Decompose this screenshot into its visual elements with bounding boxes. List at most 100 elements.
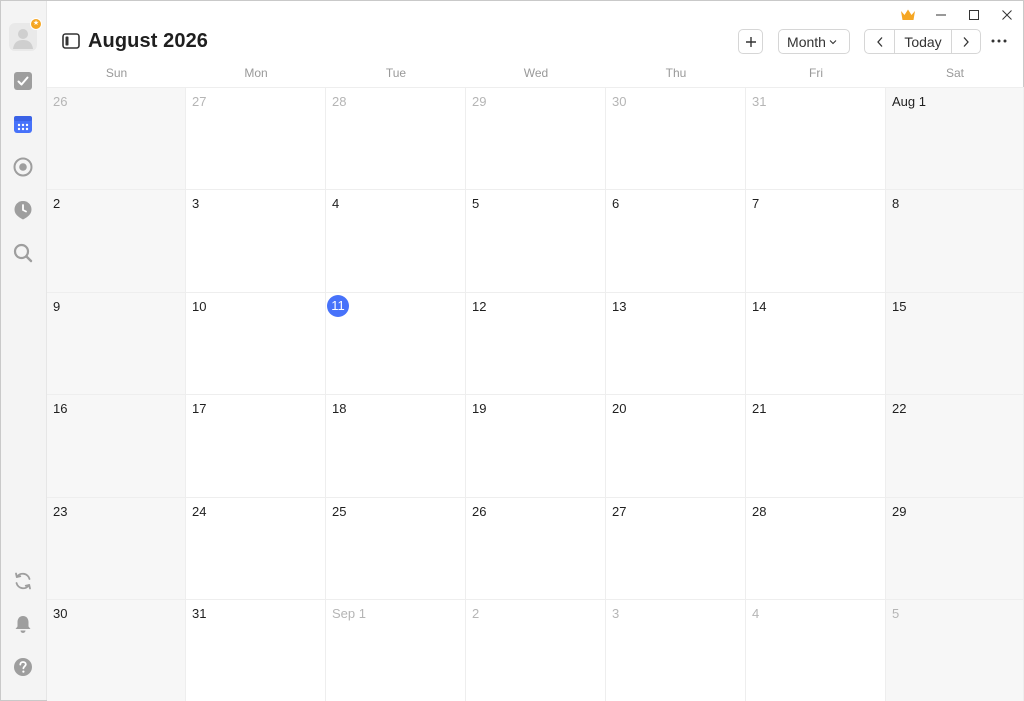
weekday-label: Thu bbox=[665, 66, 687, 80]
next-month-button[interactable] bbox=[952, 30, 980, 53]
day-cell[interactable]: 27 bbox=[186, 87, 326, 189]
day-cell[interactable]: 10 bbox=[186, 292, 326, 394]
premium-button[interactable] bbox=[900, 8, 916, 27]
day-cell[interactable]: 15 bbox=[886, 292, 1024, 394]
day-cell[interactable]: 13 bbox=[606, 292, 746, 394]
weekday-label: Fri bbox=[809, 66, 823, 80]
close-icon bbox=[1001, 10, 1012, 20]
previous-month-button[interactable] bbox=[865, 30, 895, 53]
day-cell[interactable]: 24 bbox=[186, 497, 326, 599]
day-cell[interactable]: 23 bbox=[47, 497, 186, 599]
day-cell[interactable]: 26 bbox=[47, 87, 186, 189]
sidebar-item-focus[interactable] bbox=[12, 199, 34, 221]
day-cell[interactable]: 2 bbox=[466, 599, 606, 701]
day-number: 12 bbox=[472, 299, 487, 314]
close-button[interactable] bbox=[990, 1, 1023, 29]
day-cell[interactable]: 22 bbox=[886, 394, 1024, 497]
day-cell[interactable]: 30 bbox=[47, 599, 186, 701]
day-cell[interactable]: Sep 1 bbox=[326, 599, 466, 701]
day-cell[interactable]: 11 bbox=[326, 292, 466, 394]
day-number: 17 bbox=[192, 401, 207, 416]
day-cell[interactable]: 5 bbox=[466, 189, 606, 292]
day-number: 28 bbox=[752, 504, 767, 519]
day-number: 18 bbox=[332, 401, 347, 416]
day-number: 5 bbox=[892, 606, 900, 621]
day-cell[interactable]: 5 bbox=[886, 599, 1024, 701]
day-cell[interactable]: 12 bbox=[466, 292, 606, 394]
app-window: ★ August 2026 Month Today Sun Mon Tue We… bbox=[0, 0, 1024, 701]
day-cell[interactable]: 26 bbox=[466, 497, 606, 599]
day-cell[interactable]: 18 bbox=[326, 394, 466, 497]
day-number: 23 bbox=[53, 504, 68, 519]
sidebar-item-calendar[interactable] bbox=[12, 113, 34, 135]
maximize-button[interactable] bbox=[957, 1, 990, 29]
notifications-button[interactable] bbox=[12, 613, 34, 635]
day-cell[interactable]: 4 bbox=[326, 189, 466, 292]
day-number: 19 bbox=[472, 401, 487, 416]
minimize-icon bbox=[935, 14, 946, 16]
premium-badge-icon: ★ bbox=[30, 18, 42, 30]
weekday-label: Wed bbox=[523, 66, 549, 80]
month-grid: 26 27 28 29 30 31 Aug 1 2 3 4 5 6 7 8 9 10 11 12 13 14 15 16 1… bbox=[47, 87, 1024, 701]
day-number: 16 bbox=[53, 401, 68, 416]
crown-icon bbox=[901, 9, 915, 20]
day-number: 5 bbox=[472, 196, 480, 211]
day-cell[interactable]: 29 bbox=[886, 497, 1024, 599]
day-cell[interactable]: 17 bbox=[186, 394, 326, 497]
day-number: 27 bbox=[612, 504, 627, 519]
sidebar-toggle-button[interactable] bbox=[62, 33, 80, 49]
add-event-button[interactable] bbox=[738, 29, 763, 54]
day-cell[interactable]: 9 bbox=[47, 292, 186, 394]
day-number: 25 bbox=[332, 504, 347, 519]
chevron-left-icon bbox=[876, 36, 882, 47]
day-cell[interactable]: 8 bbox=[886, 189, 1024, 292]
day-cell[interactable]: 20 bbox=[606, 394, 746, 497]
day-cell[interactable]: 16 bbox=[47, 394, 186, 497]
day-number: 13 bbox=[612, 299, 627, 314]
day-number: 3 bbox=[612, 606, 620, 621]
day-cell[interactable]: 7 bbox=[746, 189, 886, 292]
day-number: 30 bbox=[612, 94, 627, 109]
day-cell[interactable]: 28 bbox=[326, 87, 466, 189]
day-cell[interactable]: 30 bbox=[606, 87, 746, 189]
day-cell[interactable]: 3 bbox=[186, 189, 326, 292]
day-number: 3 bbox=[192, 196, 200, 211]
view-mode-dropdown[interactable]: Month bbox=[778, 29, 850, 54]
day-number: 29 bbox=[472, 94, 487, 109]
plus-icon bbox=[745, 36, 756, 47]
day-cell[interactable]: 2 bbox=[47, 189, 186, 292]
day-cell[interactable]: 28 bbox=[746, 497, 886, 599]
view-mode-label: Month bbox=[787, 33, 826, 50]
sidebar: ★ bbox=[1, 1, 47, 700]
checkbox-icon bbox=[14, 72, 32, 90]
help-button[interactable] bbox=[12, 656, 34, 678]
day-number: 22 bbox=[892, 401, 907, 416]
today-button[interactable]: Today bbox=[895, 30, 952, 53]
day-cell[interactable]: 29 bbox=[466, 87, 606, 189]
day-cell[interactable]: 14 bbox=[746, 292, 886, 394]
sidebar-item-search[interactable] bbox=[12, 242, 34, 264]
day-cell[interactable]: Aug 1 bbox=[886, 87, 1024, 189]
sidebar-item-habit[interactable] bbox=[12, 156, 34, 178]
day-number: 2 bbox=[472, 606, 480, 621]
day-cell[interactable]: 27 bbox=[606, 497, 746, 599]
minimize-button[interactable] bbox=[924, 1, 957, 29]
day-cell[interactable]: 31 bbox=[186, 599, 326, 701]
day-cell[interactable]: 19 bbox=[466, 394, 606, 497]
target-icon bbox=[13, 157, 33, 177]
sidebar-item-tasks[interactable] bbox=[12, 70, 34, 92]
day-cell[interactable]: 31 bbox=[746, 87, 886, 189]
sidebar-toggle-icon bbox=[62, 33, 80, 49]
sync-button[interactable] bbox=[12, 570, 34, 592]
day-cell[interactable]: 21 bbox=[746, 394, 886, 497]
day-number: 8 bbox=[892, 196, 900, 211]
day-cell[interactable]: 3 bbox=[606, 599, 746, 701]
search-icon bbox=[13, 243, 33, 263]
day-number: 29 bbox=[892, 504, 907, 519]
day-cell[interactable]: 4 bbox=[746, 599, 886, 701]
day-number: 21 bbox=[752, 401, 767, 416]
more-options-button[interactable] bbox=[989, 31, 1009, 51]
day-cell[interactable]: 25 bbox=[326, 497, 466, 599]
weekday-header: Sun Mon Tue Wed Thu Fri Sat bbox=[47, 63, 1024, 87]
day-cell[interactable]: 6 bbox=[606, 189, 746, 292]
